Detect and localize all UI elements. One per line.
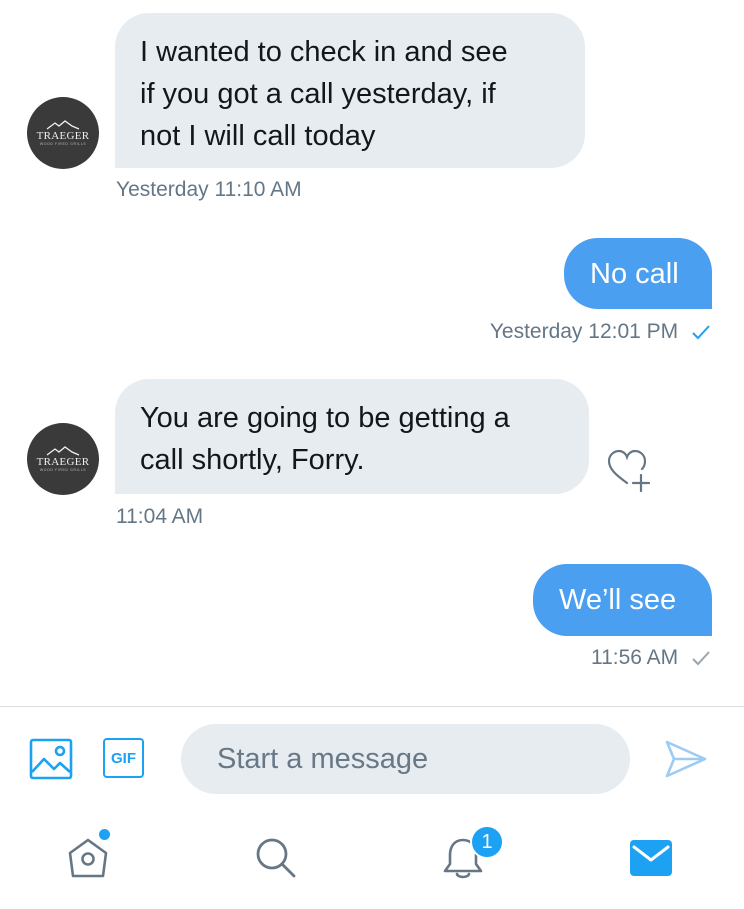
message-line: call shortly, Forry. [140,444,365,476]
message-timestamp: 11:04 AM [116,505,204,528]
message-status-row: 11:56 AM [591,646,710,670]
message-bubble-outgoing[interactable]: We’ll see [533,564,712,636]
message-thread: TRAEGER WOOD FIRED GRILLS I wanted to ch… [0,0,744,706]
like-add-icon[interactable] [606,448,652,494]
message-line: if you got a call yesterday, if [140,78,496,110]
message-line: not I will call today [140,120,376,152]
message-line: I wanted to check in and see [140,36,508,68]
send-icon[interactable] [664,739,708,779]
home-icon[interactable] [66,835,110,881]
sent-check-icon [692,651,710,666]
avatar-brand-text: TRAEGER [36,455,90,468]
message-line: No call [590,258,679,290]
search-icon[interactable] [254,836,298,880]
image-icon[interactable] [29,738,73,780]
mountain-logo-icon [46,445,80,456]
message-status-row: Yesterday 12:01 PM [490,320,710,344]
avatar-tagline-text: WOOD FIRED GRILLS [39,141,87,146]
message-input[interactable] [181,724,630,794]
avatar-brand-text: TRAEGER [36,129,90,142]
avatar-tagline-text: WOOD FIRED GRILLS [39,467,87,472]
message-timestamp: 11:56 AM [590,646,679,669]
read-check-icon [692,325,710,340]
mail-icon[interactable] [630,840,672,876]
message-timestamp: Yesterday 11:10 AM [116,178,302,201]
message-line: You are going to be getting a [140,402,510,434]
home-notification-dot [99,829,110,840]
message-bubble-incoming[interactable]: I wanted to check in and see if you got … [115,13,585,168]
message-timestamp: Yesterday 12:01 PM [489,320,679,343]
notification-badge: 1 [470,825,504,859]
message-line: We’ll see [559,584,677,616]
mountain-logo-icon [46,119,80,130]
message-bubble-outgoing[interactable]: No call [564,238,712,309]
composer-divider [0,706,744,707]
gif-button[interactable]: GIF [103,738,144,778]
message-bubble-incoming[interactable]: You are going to be getting a call short… [115,379,589,494]
contact-avatar[interactable]: TRAEGER WOOD FIRED GRILLS [27,97,99,169]
contact-avatar[interactable]: TRAEGER WOOD FIRED GRILLS [27,423,99,495]
gif-label: GIF [111,749,136,767]
